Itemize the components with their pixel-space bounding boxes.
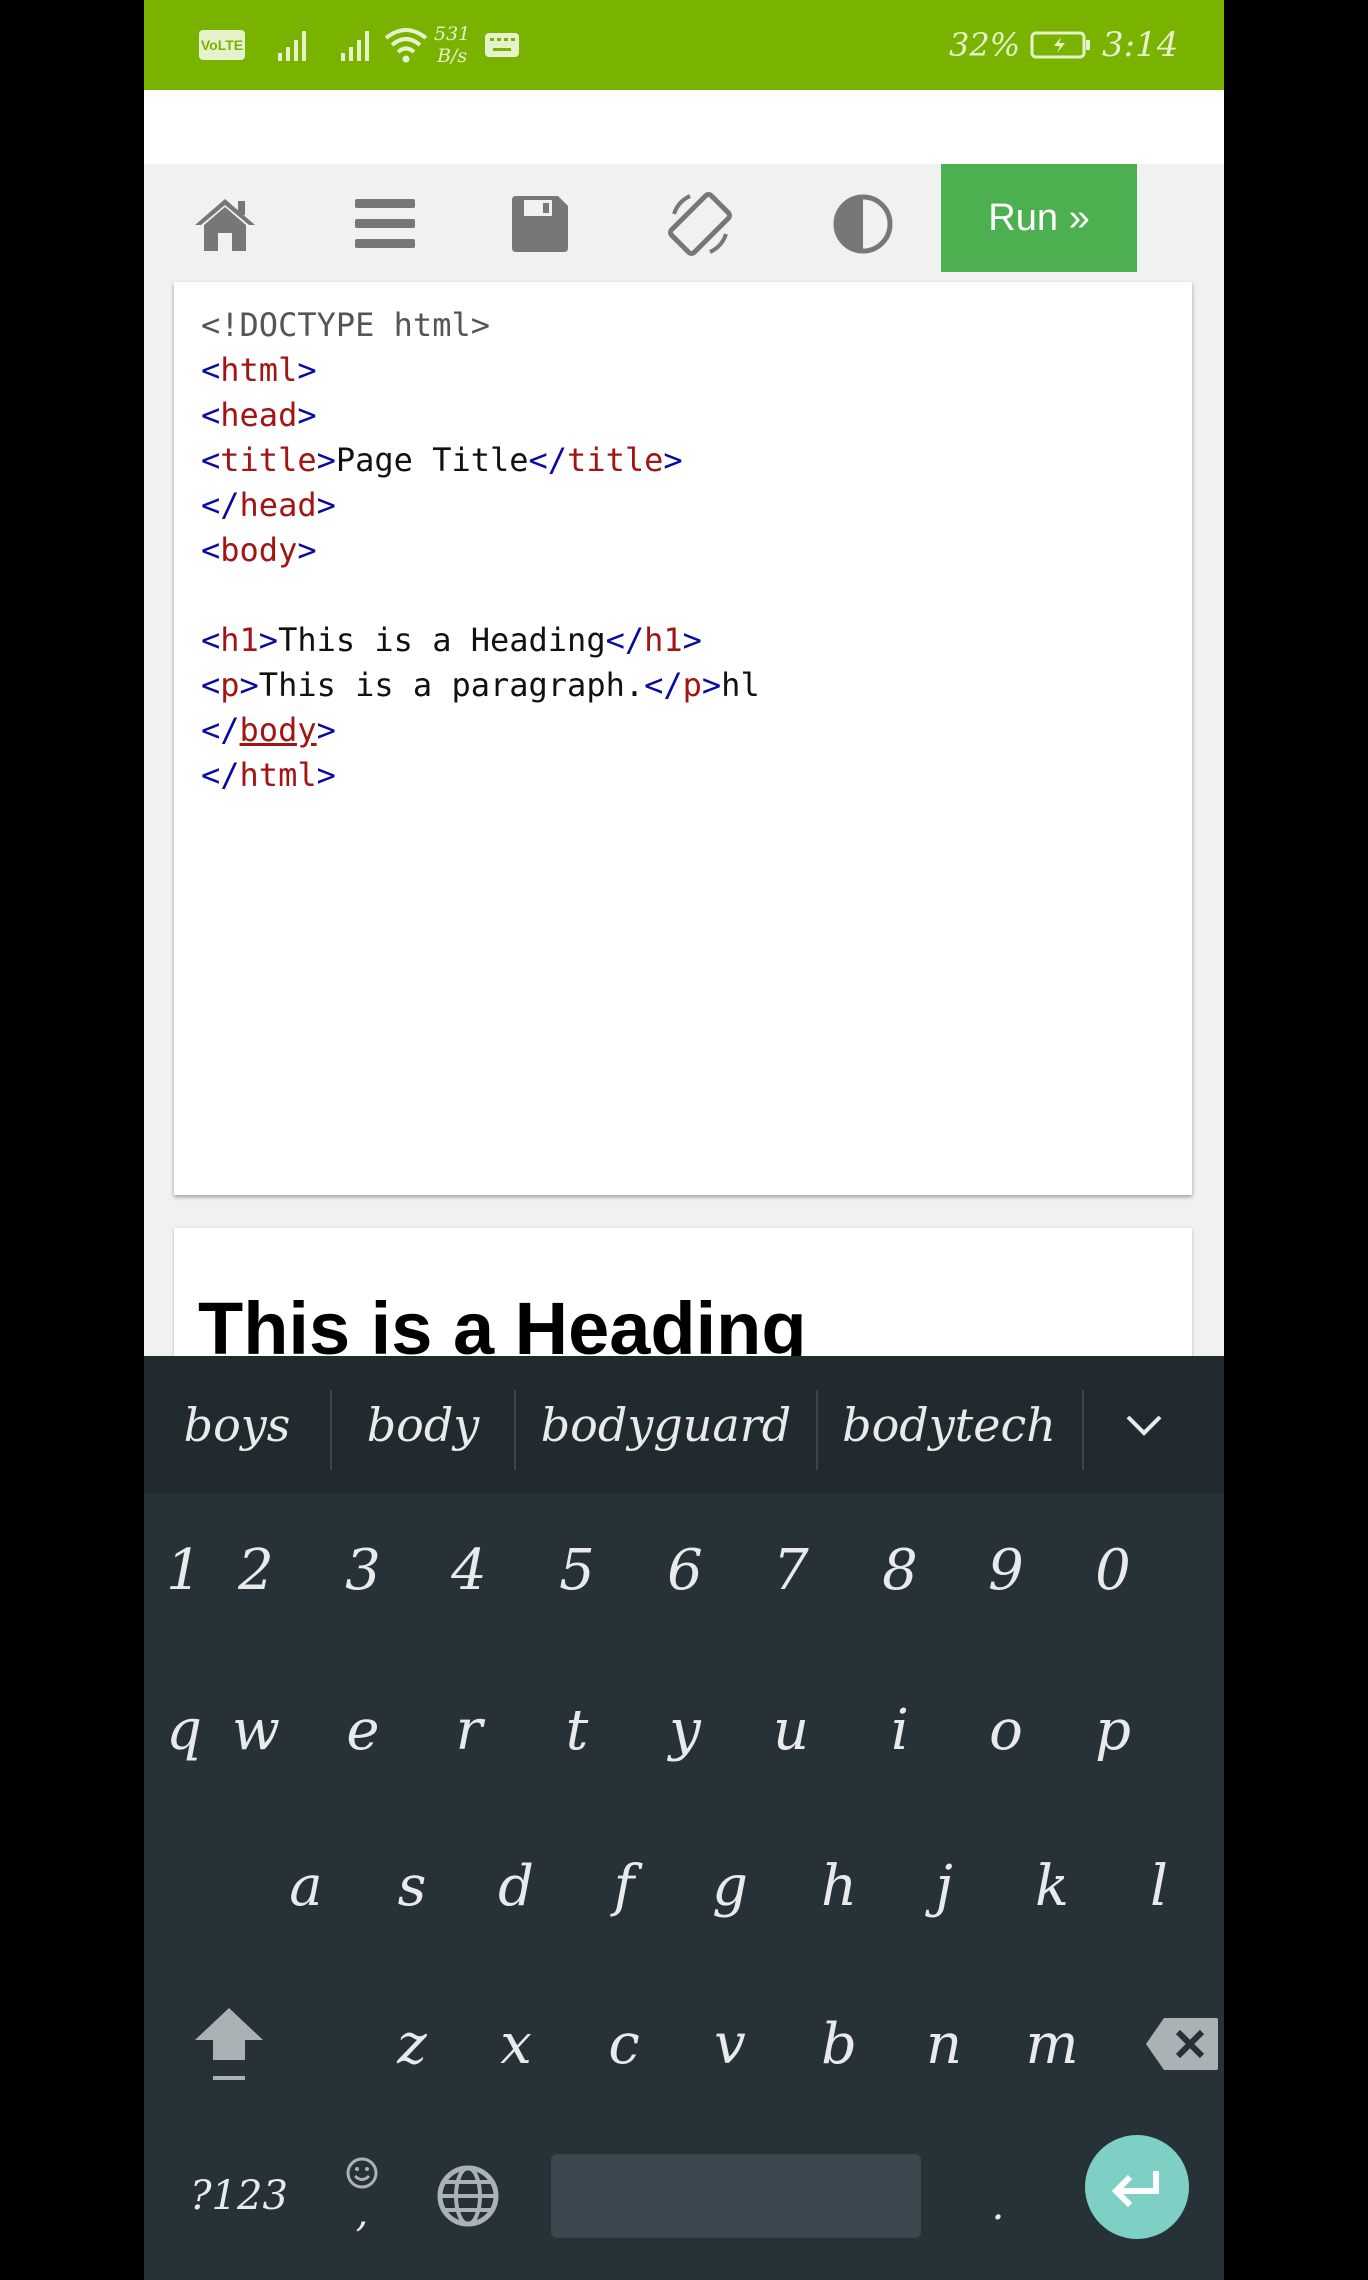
code-line: <!DOCTYPE html> <box>201 306 490 344</box>
shift-icon <box>195 2008 263 2080</box>
key[interactable]: c <box>574 1984 674 2104</box>
code-line: <title>Page Title</title> <box>201 441 683 479</box>
key[interactable]: k <box>1002 1826 1102 1946</box>
language-key[interactable] <box>418 2136 518 2256</box>
suggestion-item[interactable]: boys <box>144 1356 330 1494</box>
key[interactable]: 4 <box>419 1510 519 1630</box>
code-line: <p>This is a paragraph.</p>hl <box>201 666 760 704</box>
key[interactable]: f <box>574 1826 674 1946</box>
rotate-icon <box>668 192 732 256</box>
menu-button[interactable] <box>345 186 425 262</box>
home-icon <box>195 199 255 251</box>
code-line: <head> <box>201 396 317 434</box>
key[interactable]: p <box>1063 1670 1163 1790</box>
code-line: </body> <box>201 711 336 749</box>
key[interactable]: w <box>206 1670 306 1790</box>
key[interactable]: d <box>466 1826 566 1946</box>
code-line: <h1>This is a Heading</h1> <box>201 621 702 659</box>
net-speed-unit: B/s <box>437 45 468 67</box>
page-top-bar <box>144 90 1224 164</box>
battery-level: 32% <box>949 26 1021 64</box>
key[interactable]: b <box>789 1984 889 2104</box>
contrast-icon <box>833 194 893 254</box>
suggestion-item[interactable]: bodyguard <box>516 1356 816 1494</box>
key[interactable]: o <box>956 1670 1056 1790</box>
save-icon <box>512 196 568 252</box>
code-line: <html> <box>201 351 317 389</box>
code-line: </html> <box>201 756 336 794</box>
net-speed-value: 531 <box>434 23 471 45</box>
net-speed: 531 B/s <box>434 0 470 90</box>
rotate-button[interactable] <box>660 186 740 262</box>
status-bar: VoLTE 531 B/s 32% 3:14 <box>144 0 1224 90</box>
code-editor[interactable]: <!DOCTYPE html> <html> <head> <title>Pag… <box>174 282 1192 1195</box>
save-button[interactable] <box>500 186 580 262</box>
globe-icon <box>437 2165 499 2227</box>
code-line: </head> <box>201 486 336 524</box>
doctype: <!DOCTYPE html> <box>201 306 490 344</box>
chevron-down-icon <box>1126 1415 1162 1436</box>
collapse-suggestions-button[interactable] <box>1084 1356 1204 1494</box>
enter-key[interactable] <box>1085 2135 1189 2239</box>
key[interactable]: i <box>850 1670 950 1790</box>
key[interactable]: 2 <box>206 1510 306 1630</box>
signal-icon <box>339 0 377 90</box>
key[interactable]: j <box>894 1826 994 1946</box>
key[interactable]: e <box>313 1670 413 1790</box>
volte-badge: VoLTE <box>199 30 245 60</box>
code-line: <body> <box>201 531 317 569</box>
wifi-icon <box>384 0 428 90</box>
enter-icon <box>1111 2171 1159 2207</box>
battery-icon <box>1030 0 1092 90</box>
suggestion-item[interactable]: bodytech <box>818 1356 1080 1494</box>
key[interactable]: g <box>680 1826 780 1946</box>
key[interactable]: m <box>1002 1984 1102 2104</box>
suggestion-strip: boys body bodyguard bodytech <box>144 1356 1224 1494</box>
key[interactable]: a <box>256 1826 356 1946</box>
key[interactable]: u <box>741 1670 841 1790</box>
backspace-key[interactable] <box>1132 1984 1224 2104</box>
comma-emoji-key[interactable]: , <box>312 2136 412 2256</box>
emoji-icon <box>346 2157 378 2189</box>
key[interactable]: h <box>789 1826 889 1946</box>
key[interactable]: y <box>635 1670 735 1790</box>
code-text[interactable]: <!DOCTYPE html> <html> <head> <title>Pag… <box>201 303 760 798</box>
key[interactable]: 5 <box>527 1510 627 1630</box>
signal-icon <box>276 0 314 90</box>
key[interactable]: 0 <box>1063 1510 1163 1630</box>
key[interactable]: r <box>419 1670 519 1790</box>
symbols-key[interactable]: ?123 <box>179 2136 299 2256</box>
contrast-toggle[interactable] <box>823 186 903 262</box>
phone-screen: VoLTE 531 B/s 32% 3:14 Run » <!DOCTYPE h… <box>144 0 1224 2280</box>
editor-toolbar: Run » <box>144 164 1224 280</box>
key[interactable]: l <box>1109 1826 1209 1946</box>
key[interactable]: s <box>362 1826 462 1946</box>
backspace-icon <box>1146 2018 1218 2070</box>
period-key[interactable]: . <box>948 2146 1048 2266</box>
soft-keyboard: boys body bodyguard bodytech <box>144 1356 1224 2280</box>
menu-icon <box>355 199 415 248</box>
suggestion-item[interactable]: body <box>332 1356 514 1494</box>
key[interactable]: n <box>894 1984 994 2104</box>
key[interactable]: 8 <box>850 1510 950 1630</box>
key[interactable]: x <box>466 1984 566 2104</box>
comma-label: , <box>355 2190 369 2236</box>
key[interactable]: 9 <box>956 1510 1056 1630</box>
home-button[interactable] <box>185 186 265 262</box>
clock: 3:14 <box>1102 25 1179 65</box>
key[interactable]: t <box>527 1670 627 1790</box>
key[interactable]: z <box>362 1984 462 2104</box>
keyboard-icon <box>484 0 520 90</box>
shift-key[interactable] <box>179 1984 279 2104</box>
key[interactable]: 6 <box>635 1510 735 1630</box>
space-key[interactable] <box>551 2154 921 2238</box>
key[interactable]: 7 <box>741 1510 841 1630</box>
run-button[interactable]: Run » <box>941 164 1137 272</box>
key[interactable]: 3 <box>313 1510 413 1630</box>
key[interactable]: v <box>680 1984 780 2104</box>
